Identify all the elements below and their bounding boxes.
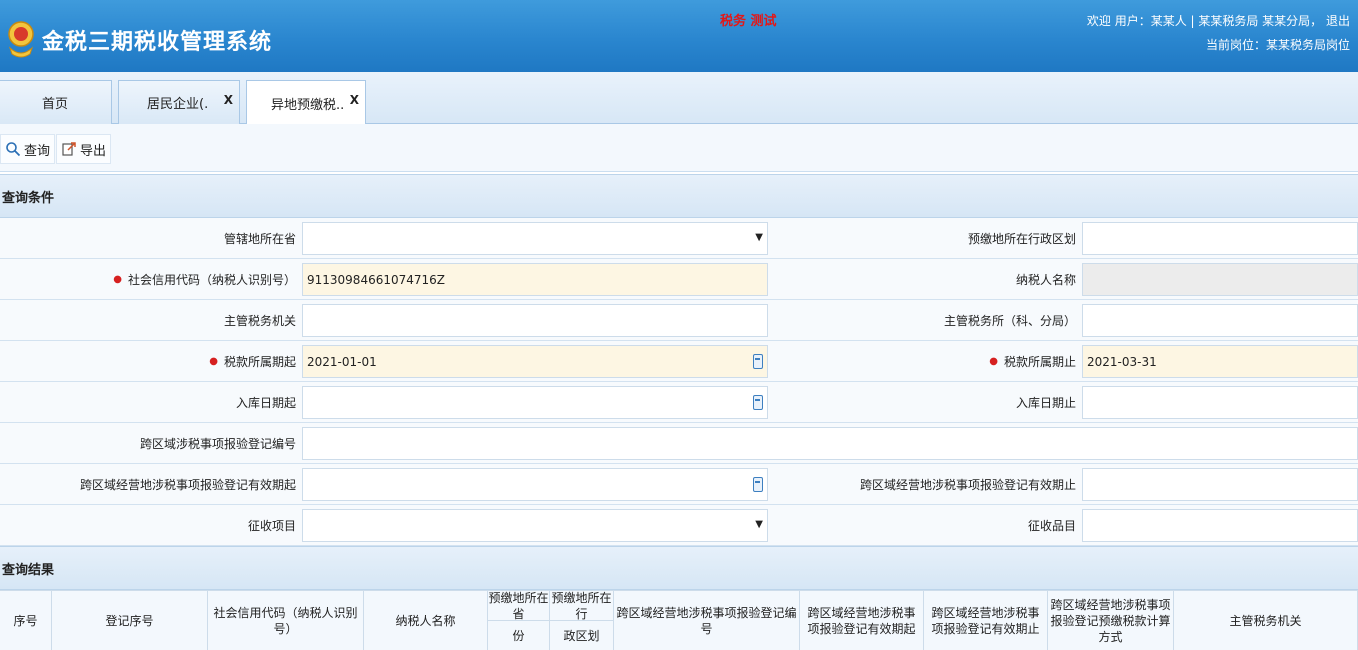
field-label: 跨区域经营地涉税事项报验登记有效期起 bbox=[0, 464, 300, 504]
field-label: ● 社会信用代码（纳税人识别号） bbox=[0, 259, 300, 299]
form-row: 管辖地所在省 ▼ 预缴地所在行政区划 bbox=[0, 218, 1358, 259]
query-conditions-header: 查询条件 bbox=[0, 174, 1358, 218]
app-header: 金税三期税收管理系统 税务 测试 欢迎 用户：某某人 | 某某税务局 某某分局，… bbox=[0, 0, 1358, 72]
column-header[interactable]: 登记序号 bbox=[52, 590, 208, 650]
form-row: 跨区域经营地涉税事项报验登记有效期起 跨区域经营地涉税事项报验登记有效期止 bbox=[0, 464, 1358, 505]
tax-office-input[interactable] bbox=[1082, 304, 1358, 337]
column-header[interactable]: 社会信用代码（纳税人识别号） bbox=[208, 590, 364, 650]
user-info[interactable]: 欢迎 用户：某某人 | 某某税务局 某某分局， 退出 bbox=[1087, 12, 1350, 29]
field-label: ● 税款所属期起 bbox=[0, 341, 300, 381]
storage-start-date-input[interactable] bbox=[302, 386, 768, 419]
close-icon[interactable]: X bbox=[224, 93, 233, 107]
section-title: 查询结果 bbox=[2, 562, 55, 578]
form-row: ● 社会信用代码（纳税人识别号） 91130984661074716Z 纳税人名称 bbox=[0, 259, 1358, 300]
export-button[interactable]: 导出 bbox=[56, 134, 112, 164]
form-row: 跨区域涉税事项报验登记编号 bbox=[0, 423, 1358, 464]
field-label: 主管税务所（科、分局） bbox=[770, 300, 1080, 340]
calendar-icon[interactable] bbox=[753, 354, 763, 369]
form-row: 征收项目 ▼ 征收品目 bbox=[0, 505, 1358, 546]
tax-authority-input[interactable] bbox=[302, 304, 768, 337]
validity-end-date-input[interactable] bbox=[1082, 468, 1358, 501]
required-mark: ● bbox=[113, 273, 122, 285]
calendar-icon[interactable] bbox=[753, 395, 763, 410]
results-table-header: 序号 登记序号 社会信用代码（纳税人识别号） 纳税人名称 预缴地所在省 预缴地所… bbox=[0, 590, 1358, 650]
tab-label: 居民企业(. bbox=[147, 97, 209, 112]
query-button-label: 查询 bbox=[24, 143, 51, 159]
current-post: 当前岗位：某某税务局岗位 bbox=[1205, 38, 1350, 52]
column-header[interactable]: 跨区域经营地涉税事项报验登记编号 bbox=[614, 590, 800, 650]
export-button-label: 导出 bbox=[80, 143, 107, 159]
export-icon bbox=[62, 142, 76, 156]
validity-start-date-input[interactable] bbox=[302, 468, 768, 501]
field-label: 跨区域涉税事项报验登记编号 bbox=[0, 423, 300, 463]
form-row: ● 税款所属期起 2021-01-01 ● 税款所属期止 2021-03-31 bbox=[0, 341, 1358, 382]
query-button[interactable]: 查询 bbox=[0, 134, 56, 164]
form-row: 入库日期起 入库日期止 bbox=[0, 382, 1358, 423]
environment-badge: 税务 测试 bbox=[720, 14, 777, 29]
field-label: 跨区域经营地涉税事项报验登记有效期止 bbox=[770, 464, 1080, 504]
chevron-down-icon[interactable]: ▼ bbox=[755, 519, 763, 530]
taxpayer-name-input bbox=[1082, 263, 1358, 296]
tax-emblem-icon bbox=[8, 21, 34, 58]
column-header[interactable]: 纳税人名称 bbox=[364, 590, 488, 650]
app-title: 金税三期税收管理系统 bbox=[42, 30, 273, 55]
column-header[interactable]: 跨区域经营地涉税事项报验登记预缴税款计算方式 bbox=[1048, 590, 1174, 650]
column-header[interactable]: 份 bbox=[488, 620, 550, 650]
required-mark: ● bbox=[989, 355, 998, 367]
taxpayer-id-input[interactable]: 91130984661074716Z bbox=[302, 263, 768, 296]
period-end-date-input[interactable]: 2021-03-31 bbox=[1082, 345, 1358, 378]
section-title: 查询条件 bbox=[2, 190, 55, 206]
field-label: 预缴地所在行政区划 bbox=[770, 218, 1080, 258]
tab-label: 首页 bbox=[41, 97, 68, 112]
search-icon bbox=[6, 142, 21, 157]
column-header[interactable]: 政区划 bbox=[550, 620, 614, 650]
form-row: 主管税务机关 主管税务所（科、分局） bbox=[0, 300, 1358, 341]
field-label: 入库日期止 bbox=[770, 382, 1080, 422]
query-results-header: 查询结果 bbox=[0, 546, 1358, 590]
column-header[interactable]: 跨区域经营地涉税事项报验登记有效期止 bbox=[924, 590, 1048, 650]
column-header[interactable]: 主管税务机关 bbox=[1174, 590, 1358, 650]
calendar-icon[interactable] bbox=[753, 477, 763, 492]
period-start-date-input[interactable]: 2021-01-01 bbox=[302, 345, 768, 378]
field-label: 管辖地所在省 bbox=[0, 218, 300, 258]
chevron-down-icon[interactable]: ▼ bbox=[755, 232, 763, 243]
tab-bar: 首页 居民企业(. X 异地预缴税.. X bbox=[0, 72, 1358, 125]
field-label: 征收品目 bbox=[770, 505, 1080, 545]
tab-prepayment-query[interactable]: 异地预缴税.. X bbox=[246, 80, 366, 125]
region-input[interactable] bbox=[1082, 222, 1358, 255]
province-select[interactable]: ▼ bbox=[302, 222, 768, 255]
tab-label: 异地预缴税.. bbox=[271, 97, 345, 113]
storage-end-date-input[interactable] bbox=[1082, 386, 1358, 419]
tab-home[interactable]: 首页 bbox=[0, 80, 112, 124]
field-label: 纳税人名称 bbox=[770, 259, 1080, 299]
registration-number-input[interactable] bbox=[302, 427, 1358, 460]
required-mark: ● bbox=[209, 355, 218, 367]
column-group-header: 预缴地所在行 bbox=[550, 590, 614, 621]
field-label: 主管税务机关 bbox=[0, 300, 300, 340]
column-header[interactable]: 跨区域经营地涉税事项报验登记有效期起 bbox=[800, 590, 924, 650]
close-icon[interactable]: X bbox=[350, 93, 359, 107]
field-label: ● 税款所属期止 bbox=[770, 341, 1080, 381]
tab-resident-enterprise[interactable]: 居民企业(. X bbox=[118, 80, 240, 124]
field-label: 入库日期起 bbox=[0, 382, 300, 422]
levy-item-input[interactable] bbox=[1082, 509, 1358, 542]
toolbar: 查询 导出 bbox=[0, 124, 1358, 172]
column-header[interactable]: 序号 bbox=[0, 590, 52, 650]
field-label: 征收项目 bbox=[0, 505, 300, 545]
column-group-header: 预缴地所在省 bbox=[488, 590, 550, 621]
levy-project-select[interactable]: ▼ bbox=[302, 509, 768, 542]
